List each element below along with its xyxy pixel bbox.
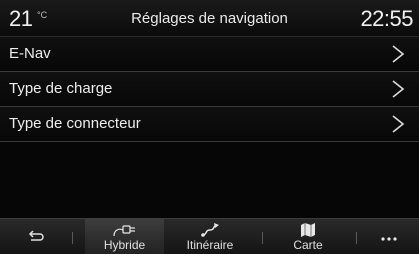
menu-item-type-de-charge[interactable]: Type de charge	[0, 72, 419, 107]
back-arrow-icon	[27, 228, 45, 249]
menu-item-label: Type de charge	[9, 80, 113, 97]
divider	[262, 232, 263, 244]
more-button[interactable]	[358, 219, 419, 254]
divider	[356, 232, 357, 244]
chevron-right-icon	[391, 43, 405, 65]
tab-hybride[interactable]: Hybride	[85, 219, 164, 254]
bottom-navigation-bar: Hybride Itinéraire Carte	[0, 218, 419, 254]
tab-label: Itinéraire	[186, 238, 234, 252]
back-button[interactable]	[0, 219, 72, 254]
menu-item-label: E-Nav	[9, 45, 51, 62]
temperature-unit: °C	[37, 10, 48, 20]
temperature-value: 21	[9, 6, 33, 31]
tab-carte[interactable]: Carte	[268, 219, 348, 254]
status-header: 21 °C Réglages de navigation 22:55	[0, 0, 419, 37]
navigation-settings-screen: 21 °C Réglages de navigation 22:55 E-Nav…	[0, 0, 419, 254]
menu-item-e-nav[interactable]: E-Nav	[0, 37, 419, 72]
tab-label: Carte	[293, 238, 323, 252]
chevron-right-icon	[391, 113, 405, 135]
menu-item-type-de-connecteur[interactable]: Type de connecteur	[0, 107, 419, 142]
divider	[72, 232, 73, 244]
page-title: Réglages de navigation	[131, 10, 288, 27]
tab-label: Hybride	[103, 238, 146, 252]
chevron-right-icon	[391, 78, 405, 100]
tab-itineraire[interactable]: Itinéraire	[170, 219, 250, 254]
more-dots-icon	[380, 229, 398, 247]
menu-item-label: Type de connecteur	[9, 115, 141, 132]
clock: 22:55	[360, 6, 413, 31]
settings-list: E-Nav Type de charge Type de connecteur	[0, 37, 419, 142]
